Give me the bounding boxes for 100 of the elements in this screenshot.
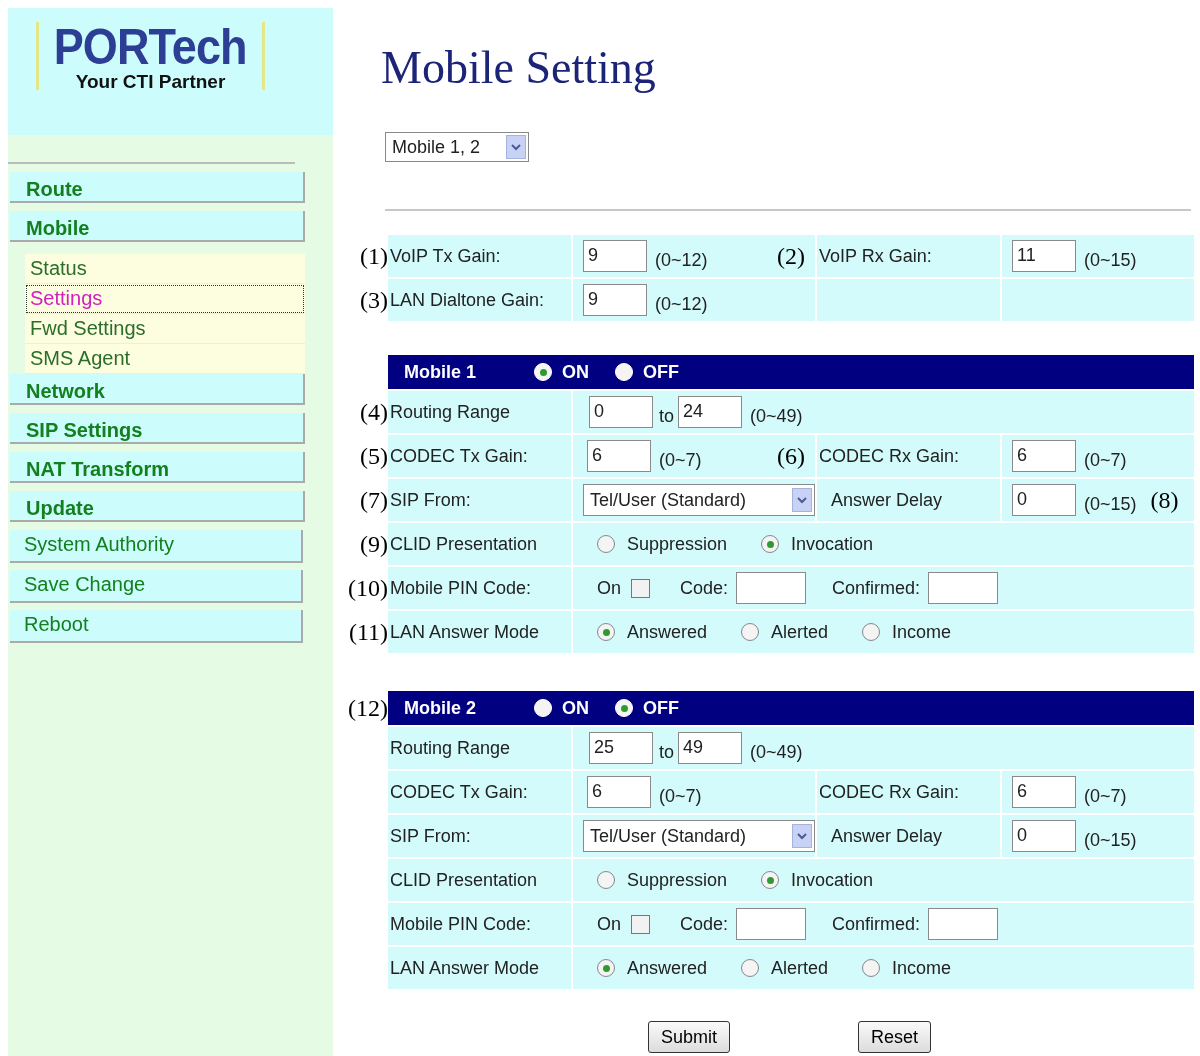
sip-from-select[interactable]: Tel/User (Standard) — [583, 820, 815, 852]
callout-number: (4) — [360, 398, 388, 426]
text-field[interactable]: 25 — [589, 732, 653, 764]
checkbox[interactable] — [631, 914, 650, 934]
radio-button[interactable] — [597, 959, 615, 977]
radio-button[interactable] — [597, 871, 615, 889]
range-hint: (0~15) — [1084, 829, 1137, 851]
radio-button[interactable] — [741, 623, 760, 641]
text-field[interactable]: 24 — [678, 396, 742, 428]
page-title: Mobile Setting — [381, 42, 657, 94]
option-label: Suppression — [627, 533, 728, 555]
field-label: Answer Delay — [831, 825, 943, 847]
radio-button[interactable] — [597, 623, 615, 641]
radio-button[interactable] — [741, 959, 760, 977]
section-title: Mobile 1 — [404, 361, 477, 383]
range-hint: (0~15) — [1084, 493, 1137, 515]
field-label: CLID Presentation — [390, 533, 538, 555]
text-field[interactable]: 9 — [583, 240, 647, 272]
text-field[interactable]: 0 — [589, 396, 653, 428]
form-button[interactable]: Reset — [858, 1021, 932, 1053]
callout-number: (8) — [1150, 486, 1179, 514]
option-label: Answered — [627, 957, 708, 979]
form-button[interactable]: Submit — [648, 1021, 731, 1053]
radio-button[interactable] — [761, 871, 780, 889]
section-title: Mobile 2 — [404, 697, 477, 719]
range-hint: (0~49) — [750, 741, 803, 763]
option-label: Answered — [627, 621, 708, 643]
range-hint: (0~49) — [750, 405, 803, 427]
field-label: LAN Answer Mode — [390, 957, 540, 979]
logo-tagline: Your CTI Partner — [75, 72, 226, 92]
callout-number: (1) — [360, 242, 388, 270]
field-label: Code: — [680, 577, 729, 599]
sidebar-item[interactable]: Update — [10, 491, 305, 522]
sidebar-item[interactable]: NAT Transform — [10, 452, 305, 483]
text-field[interactable]: 0 — [1012, 820, 1076, 852]
text-field[interactable]: 6 — [1012, 776, 1076, 808]
text-field[interactable]: 6 — [1012, 440, 1076, 472]
field-label: CODEC Tx Gain: — [390, 445, 528, 467]
text-field[interactable]: 11 — [1012, 240, 1076, 272]
text-field[interactable]: 6 — [587, 776, 651, 808]
option-label: Suppression — [627, 869, 728, 891]
callout-number: (7) — [360, 486, 388, 514]
radio-button[interactable] — [862, 623, 881, 641]
sidebar-item[interactable]: Route — [10, 172, 305, 203]
option-label: Income — [892, 621, 952, 643]
sidebar-item[interactable]: Save Change — [10, 570, 303, 603]
sidebar-item[interactable]: Mobile — [10, 211, 305, 242]
sidebar-item[interactable]: Settings — [25, 284, 305, 314]
callout-number: (11) — [348, 618, 388, 646]
range-hint: (0~7) — [659, 785, 702, 807]
sidebar-item[interactable]: System Authority — [10, 530, 303, 563]
field-label: VoIP Rx Gain: — [819, 245, 932, 267]
callout-number: (5) — [360, 442, 388, 470]
field-label: Mobile PIN Code: — [390, 577, 532, 599]
sip-from-select[interactable]: Tel/User (Standard) — [583, 484, 815, 516]
sidebar-item[interactable]: Fwd Settings — [25, 314, 305, 344]
callout-number: (2) — [777, 242, 806, 270]
sidebar-item[interactable]: SIP Settings — [10, 413, 305, 444]
option-label: OFF — [643, 361, 679, 383]
field-label: On — [597, 913, 621, 935]
callout-number: (9) — [360, 530, 388, 558]
field-label: LAN Dialtone Gain: — [390, 289, 545, 311]
checkbox[interactable] — [631, 578, 650, 598]
range-hint: (0~7) — [659, 449, 702, 471]
range-hint: (0~7) — [1084, 449, 1127, 471]
sidebar-item[interactable]: Network — [10, 374, 305, 405]
text-field[interactable] — [928, 572, 999, 604]
radio-button[interactable] — [862, 959, 881, 977]
text-field[interactable] — [736, 908, 807, 940]
field-label: SIP From: — [390, 825, 471, 847]
text-field[interactable] — [928, 908, 999, 940]
radio-button[interactable] — [597, 535, 615, 553]
option-label: OFF — [643, 697, 679, 719]
field-label: On — [597, 577, 621, 599]
radio-button[interactable] — [761, 535, 780, 553]
sidebar-item[interactable]: SMS Agent — [25, 344, 305, 374]
range-hint: (0~12) — [655, 249, 708, 271]
field-label: Answer Delay — [831, 489, 943, 511]
field-label: CLID Presentation — [390, 869, 538, 891]
field-label: Confirmed: — [832, 913, 921, 935]
text-field[interactable]: 49 — [678, 732, 742, 764]
field-label: Routing Range — [390, 737, 511, 759]
text-field[interactable]: 0 — [1012, 484, 1076, 516]
field-label: Mobile PIN Code: — [390, 913, 532, 935]
field-label: to — [659, 405, 674, 427]
field-label: LAN Answer Mode — [390, 621, 540, 643]
field-label: to — [659, 741, 674, 763]
sidebar-item[interactable]: Status — [25, 254, 305, 284]
text-field[interactable]: 6 — [587, 440, 651, 472]
range-hint: (0~7) — [1084, 785, 1127, 807]
field-label: Routing Range — [390, 401, 511, 423]
text-field[interactable]: 9 — [583, 284, 647, 316]
range-hint: (0~12) — [655, 293, 708, 315]
mobile-select[interactable]: Mobile 1, 2 — [385, 132, 529, 162]
field-label: CODEC Rx Gain: — [819, 445, 960, 467]
option-label: ON — [562, 361, 589, 383]
text-field[interactable] — [736, 572, 807, 604]
sidebar-item[interactable]: Reboot — [10, 610, 303, 643]
option-label: Invocation — [791, 869, 874, 891]
callout-number: (3) — [360, 286, 388, 314]
